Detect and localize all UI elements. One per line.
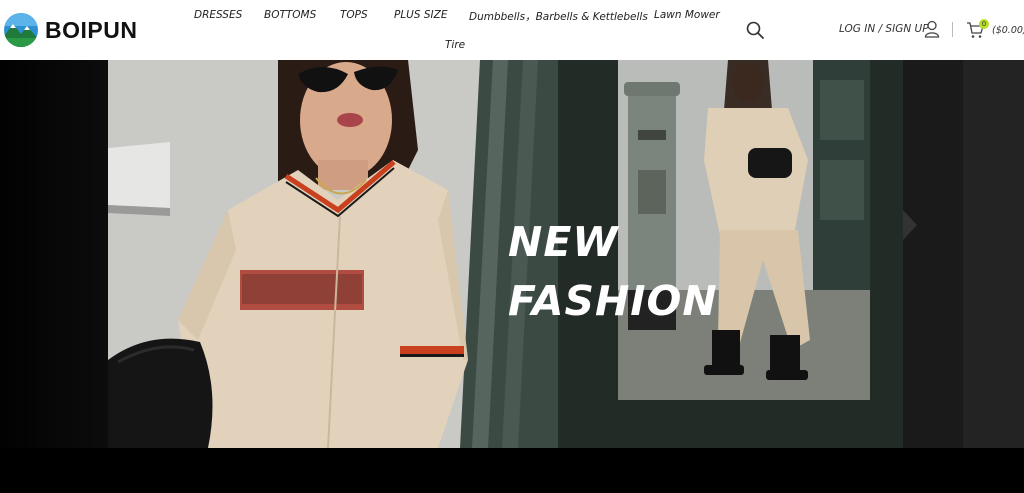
nav-item-dumbbells-barbells-kettlebells[interactable]: Dumbbells，Barbells & Kettlebells [469,9,648,24]
hero-right-edge [903,60,1024,448]
hero-fashion-photo [108,60,903,448]
hero-left-edge [0,60,108,448]
user-icon[interactable] [924,20,940,38]
header-divider [952,22,953,37]
nav-item-tire[interactable]: Tire [445,39,465,51]
cart-count-badge: 0 [979,19,989,29]
nav-item-tops[interactable]: TOPS [340,9,368,21]
nav-item-lawn-mower[interactable]: Lawn Mower [654,9,720,21]
search-icon[interactable] [745,20,765,40]
hero-bottom-band [0,448,1024,493]
hero-headline-line2: FASHION [508,277,718,325]
site-header: BOIPUN DRESSES BOTTOMS TOPS PLUS SIZE Du… [0,0,1024,60]
nav-item-bottoms[interactable]: BOTTOMS [264,9,316,21]
login-signup-link[interactable]: LOG IN / SIGN UP [839,23,929,35]
hero-banner[interactable]: NEW FASHION [0,60,1024,493]
brand-logo[interactable]: BOIPUN [3,12,137,48]
cart-total[interactable]: ($0.00) [992,25,1024,36]
brand-name: BOIPUN [45,16,138,43]
nav-item-plus-size[interactable]: PLUS SIZE [394,9,447,21]
hero-headline-line1: NEW [508,218,619,266]
mountain-globe-logo-icon [3,12,39,48]
nav-item-dresses[interactable]: DRESSES [194,9,242,21]
